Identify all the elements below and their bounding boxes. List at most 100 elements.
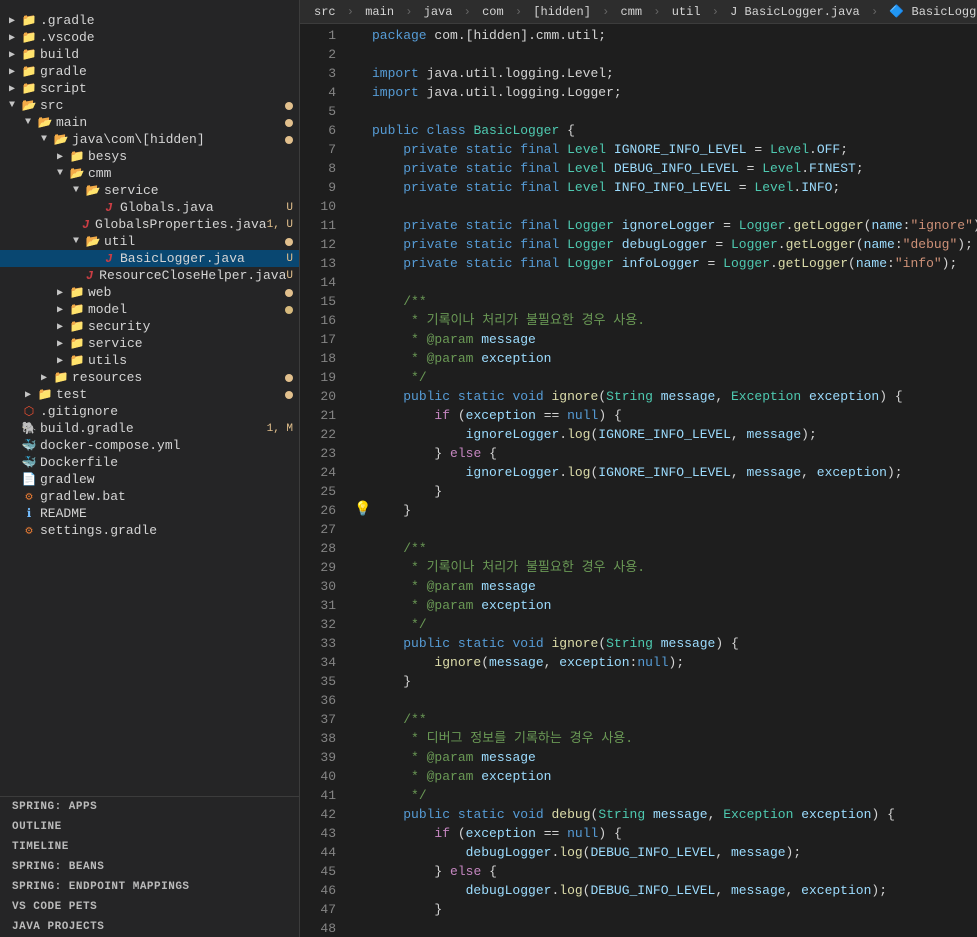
sidebar-item-gitignore[interactable]: ⬡.gitignore (0, 403, 299, 420)
code-content: * @param message (372, 577, 536, 596)
tree-item-label: ResourceCloseHelper.java (99, 268, 286, 283)
sidebar-title (0, 0, 299, 12)
breadcrumb: src › main › java › com › [hidden] › cmm… (300, 0, 977, 24)
sidebar-item-script[interactable]: ▶📁script (0, 80, 299, 97)
code-line: */ (354, 368, 977, 387)
code-line: ignoreLogger.log(IGNORE_INFO_LEVEL, mess… (354, 425, 977, 444)
docker-icon: 🐳 (20, 455, 38, 470)
sidebar-item-build-gradle[interactable]: 🐘build.gradle1, M (0, 420, 299, 437)
sidebar-item-test[interactable]: ▶📁test (0, 386, 299, 403)
sidebar-item-gradle[interactable]: ▶📁.gradle (0, 12, 299, 29)
bottom-panels: SPRING: APPSOUTLINETIMELINESPRING: BEANS… (0, 796, 299, 937)
breadcrumb-sep: › (646, 5, 668, 19)
code-content: * 디버그 정보를 기록하는 경우 사용. (372, 729, 633, 748)
sidebar-item-util[interactable]: ▼📂util (0, 233, 299, 250)
code-line (354, 520, 977, 539)
sidebar-item-service[interactable]: ▼📂service (0, 182, 299, 199)
change-dot (285, 374, 293, 382)
sidebar-item-gradlew-bat[interactable]: ⚙gradlew.bat (0, 488, 299, 505)
breadcrumb-part: J BasicLogger.java (730, 5, 860, 19)
code-content: * 기록이나 처리가 불필요한 경우 사용. (372, 311, 645, 330)
line-number: 38 (300, 729, 336, 748)
sidebar-item-readme[interactable]: ℹREADME (0, 505, 299, 522)
code-content: } else { (372, 862, 497, 881)
code-line (354, 45, 977, 64)
bottom-panel-timeline[interactable]: TIMELINE (0, 837, 299, 857)
tree-item-label: util (104, 234, 285, 249)
code-line: /** (354, 710, 977, 729)
sidebar-item-dockerfile[interactable]: 🐳Dockerfile (0, 454, 299, 471)
tree-item-label: web (88, 285, 285, 300)
bottom-panel-vs-code-pets[interactable]: VS CODE PETS (0, 897, 299, 917)
tree-item-label: BasicLogger.java (120, 251, 286, 266)
gutter-icon: 💡 (354, 501, 372, 520)
tree-item-label: script (40, 81, 299, 96)
folder-icon: 📁 (68, 353, 86, 368)
sidebar-item-build[interactable]: ▶📁build (0, 46, 299, 63)
code-area[interactable]: package com.[hidden].cmm.util;import jav… (346, 24, 977, 937)
sidebar-item-web[interactable]: ▶📁web (0, 284, 299, 301)
tree-arrow: ▶ (4, 32, 20, 44)
sidebar-item-main[interactable]: ▼📂main (0, 114, 299, 131)
code-content: public static void ignore(String message… (372, 387, 903, 406)
line-number: 42 (300, 805, 336, 824)
bottom-panel-spring--endpoint-mappings[interactable]: SPRING: ENDPOINT MAPPINGS (0, 877, 299, 897)
tree-item-label: Globals.java (120, 200, 286, 215)
breadcrumb-sep: › (456, 5, 478, 19)
line-number: 19 (300, 368, 336, 387)
sidebar-item-model[interactable]: ▶📁model (0, 301, 299, 318)
tree-item-label: src (40, 98, 285, 113)
line-number: 32 (300, 615, 336, 634)
line-number: 45 (300, 862, 336, 881)
breadcrumb-sep: › (508, 5, 530, 19)
sidebar-item-security[interactable]: ▶📁security (0, 318, 299, 335)
code-line: private static final Logger debugLogger … (354, 235, 977, 254)
line-number: 9 (300, 178, 336, 197)
tree-item-label: security (88, 319, 299, 334)
sidebar-item-gradlew[interactable]: 📄gradlew (0, 471, 299, 488)
sidebar-item-docker-compose[interactable]: 🐳docker-compose.yml (0, 437, 299, 454)
sidebar-item-settings-gradle[interactable]: ⚙settings.gradle (0, 522, 299, 539)
breadcrumb-sep: › (340, 5, 362, 19)
sidebar-item-gradle2[interactable]: ▶📁gradle (0, 63, 299, 80)
sidebar-item-vscode[interactable]: ▶📁.vscode (0, 29, 299, 46)
tree-item-label: gradlew (40, 472, 299, 487)
folder-icon: 📁 (20, 13, 38, 28)
tree-arrow: ▶ (20, 389, 36, 401)
sidebar-item-utils[interactable]: ▶📁utils (0, 352, 299, 369)
folder-icon: 📁 (20, 30, 38, 45)
sidebar-item-resources[interactable]: ▶📁resources (0, 369, 299, 386)
bottom-panel-java-projects[interactable]: JAVA PROJECTS (0, 917, 299, 937)
sidebar-item-service2[interactable]: ▶📁service (0, 335, 299, 352)
sidebar-item-globals-props[interactable]: JGlobalsProperties.java1, U (0, 216, 299, 233)
folder-icon: 📁 (68, 336, 86, 351)
bottom-panel-spring--beans[interactable]: SPRING: BEANS (0, 857, 299, 877)
sidebar-item-src[interactable]: ▼📂src (0, 97, 299, 114)
code-line: debugLogger.log(DEBUG_INFO_LEVEL, messag… (354, 881, 977, 900)
line-number: 48 (300, 919, 336, 937)
tree-item-label: .vscode (40, 30, 299, 45)
folder-icon: 📁 (20, 81, 38, 96)
sidebar-item-java-com[interactable]: ▼📂java\com\[hidden] (0, 131, 299, 148)
sidebar-item-besys[interactable]: ▶📁besys (0, 148, 299, 165)
code-line: public static void debug(String message,… (354, 805, 977, 824)
code-content: private static final Logger ignoreLogger… (372, 216, 977, 235)
bottom-panel-outline[interactable]: OUTLINE (0, 817, 299, 837)
code-content: * @param exception (372, 767, 551, 786)
code-content: /** (372, 292, 427, 311)
line-number: 21 (300, 406, 336, 425)
breadcrumb-sep: › (864, 5, 886, 19)
sidebar-item-cmm[interactable]: ▼📂cmm (0, 165, 299, 182)
line-number: 2 (300, 45, 336, 64)
line-number: 40 (300, 767, 336, 786)
sidebar-item-resource-close[interactable]: JResourceCloseHelper.javaU (0, 267, 299, 284)
tree-item-label: gradlew.bat (40, 489, 299, 504)
sidebar-item-basic-logger[interactable]: JBasicLogger.javaU (0, 250, 299, 267)
breadcrumb-part: util (672, 5, 701, 19)
code-line: if (exception == null) { (354, 406, 977, 425)
code-line: public static void ignore(String message… (354, 387, 977, 406)
code-content: } (372, 501, 411, 520)
bottom-panel-spring--apps[interactable]: SPRING: APPS (0, 797, 299, 817)
line-number: 13 (300, 254, 336, 273)
sidebar-item-globals-java[interactable]: JGlobals.javaU (0, 199, 299, 216)
